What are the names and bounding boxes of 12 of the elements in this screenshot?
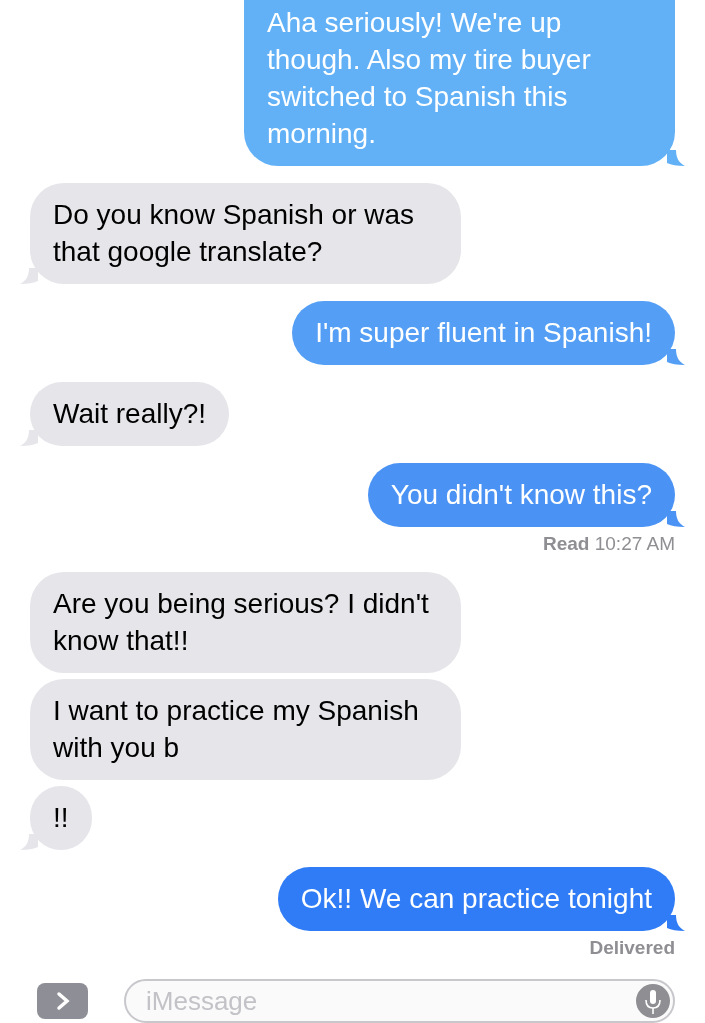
bubble-tail-icon — [667, 150, 685, 166]
microphone-icon[interactable] — [636, 984, 670, 1018]
bubble-tail-icon — [20, 268, 38, 284]
bubble-tail-icon — [667, 915, 685, 931]
bubble-tail-icon — [667, 511, 685, 527]
message-input-field[interactable]: iMessage — [124, 979, 675, 1023]
delivery-status: Read 10:27 AM — [542, 533, 675, 555]
bubble-tail-icon — [20, 834, 38, 850]
bubble-tail-icon — [20, 430, 38, 446]
bubble-tail-icon — [667, 349, 685, 365]
delivery-status: Delivered — [589, 937, 675, 959]
chevron-icon[interactable] — [37, 983, 88, 1019]
